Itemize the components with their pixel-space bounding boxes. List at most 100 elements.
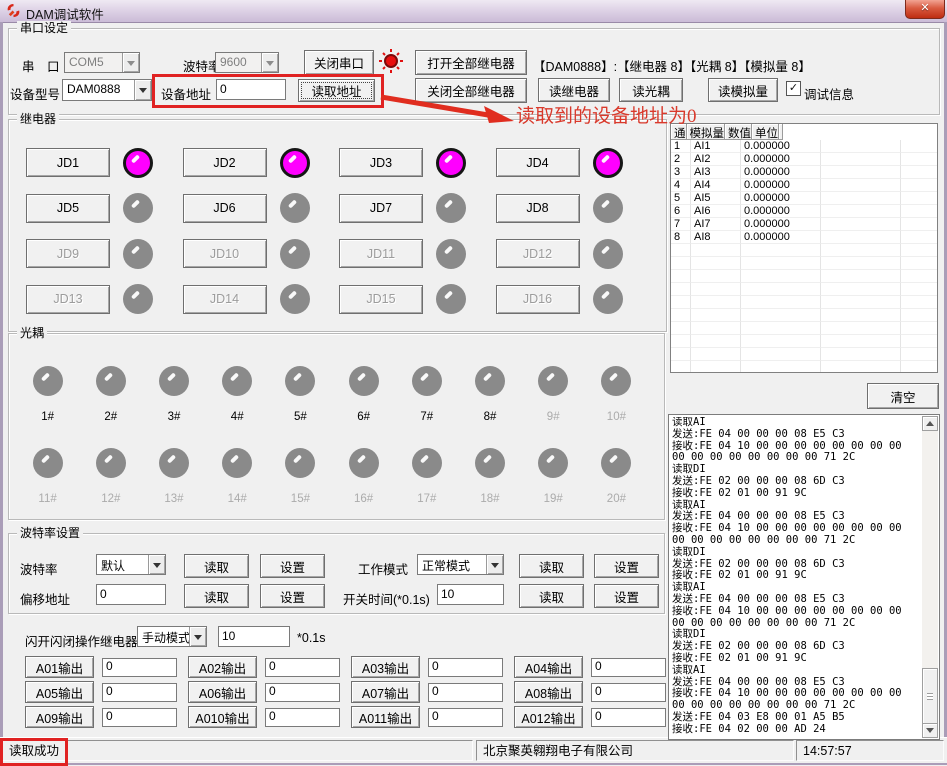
- port-combo[interactable]: COM5: [64, 52, 140, 73]
- switch-time-input[interactable]: 10: [437, 584, 504, 605]
- table-row[interactable]: [671, 257, 937, 270]
- table-row[interactable]: 7 AI7 0.000000: [671, 218, 937, 231]
- output-button[interactable]: A011输出: [351, 706, 420, 728]
- output-input[interactable]: 0: [428, 683, 503, 702]
- table-row[interactable]: 3 AI3 0.000000: [671, 166, 937, 179]
- relay-button[interactable]: JD11: [339, 239, 423, 268]
- table-header-cell[interactable]: [779, 124, 783, 140]
- mode-read-button[interactable]: 读取: [519, 554, 584, 578]
- scroll-thumb[interactable]: [922, 668, 938, 724]
- table-row[interactable]: 4 AI4 0.000000: [671, 179, 937, 192]
- opto-label: 6#: [357, 411, 370, 423]
- open-all-relays-button[interactable]: 打开全部继电器: [415, 50, 527, 75]
- flash-mode-combo-arrow-icon[interactable]: [189, 627, 206, 646]
- work-mode-combo[interactable]: 正常模式: [417, 554, 504, 575]
- debug-checkbox[interactable]: ✓: [786, 81, 801, 96]
- baud-read-button[interactable]: 读取: [184, 554, 249, 578]
- flash-time-input[interactable]: 10: [218, 626, 290, 647]
- flash-mode-combo[interactable]: 手动模式: [137, 626, 207, 647]
- read-analog-button[interactable]: 读模拟量: [708, 78, 778, 102]
- output-button[interactable]: A04输出: [514, 656, 583, 678]
- relay-button[interactable]: JD4: [496, 148, 580, 177]
- table-row[interactable]: 8 AI8 0.000000: [671, 231, 937, 244]
- table-row[interactable]: 6 AI6 0.000000: [671, 205, 937, 218]
- baud-cfg-combo[interactable]: 默认: [96, 554, 166, 575]
- relay-button[interactable]: JD9: [26, 239, 110, 268]
- table-row[interactable]: [671, 348, 937, 361]
- output-button[interactable]: A05输出: [25, 681, 94, 703]
- relay-button[interactable]: JD10: [183, 239, 267, 268]
- table-row[interactable]: [671, 270, 937, 283]
- log-panel[interactable]: 读取AI发送:FE 04 00 00 00 08 E5 C3接收:FE 04 1…: [668, 414, 940, 740]
- relay-button[interactable]: JD1: [26, 148, 110, 177]
- output-input[interactable]: 0: [591, 683, 666, 702]
- close-button[interactable]: ✕: [905, 0, 945, 19]
- model-combo[interactable]: DAM0888: [62, 79, 152, 101]
- output-button[interactable]: A012输出: [514, 706, 583, 728]
- cell-value: [741, 257, 821, 270]
- output-input[interactable]: 0: [428, 708, 503, 727]
- output-button[interactable]: A09输出: [25, 706, 94, 728]
- output-input[interactable]: 0: [102, 658, 177, 677]
- table-header-cell[interactable]: 单位: [752, 124, 779, 140]
- close-serial-button[interactable]: 关闭串口: [304, 50, 374, 75]
- relay-button[interactable]: JD7: [339, 194, 423, 223]
- baud-set-button[interactable]: 设置: [260, 554, 325, 578]
- offset-input[interactable]: 0: [96, 584, 166, 605]
- relay-button[interactable]: JD6: [183, 194, 267, 223]
- relay-button[interactable]: JD5: [26, 194, 110, 223]
- clear-log-button[interactable]: 清空: [867, 383, 939, 409]
- baud-combo[interactable]: 9600: [215, 52, 279, 73]
- table-row[interactable]: [671, 244, 937, 257]
- read-opto-button[interactable]: 读光耦: [619, 78, 683, 102]
- relay-button[interactable]: JD3: [339, 148, 423, 177]
- output-button[interactable]: A07输出: [351, 681, 420, 703]
- table-row[interactable]: [671, 296, 937, 309]
- output-input[interactable]: 0: [265, 658, 340, 677]
- table-row[interactable]: 1 AI1 0.000000: [671, 140, 937, 153]
- output-input[interactable]: 0: [102, 708, 177, 727]
- relay-button[interactable]: JD14: [183, 285, 267, 314]
- table-row[interactable]: 2 AI2 0.000000: [671, 153, 937, 166]
- output-button[interactable]: A06输出: [188, 681, 257, 703]
- switch-set-button[interactable]: 设置: [594, 584, 659, 608]
- output-input[interactable]: 0: [102, 683, 177, 702]
- output-button[interactable]: A02输出: [188, 656, 257, 678]
- table-row[interactable]: [671, 322, 937, 335]
- table-header-cell[interactable]: 数值: [725, 124, 752, 140]
- table-row[interactable]: 5 AI5 0.000000: [671, 192, 937, 205]
- mode-set-button[interactable]: 设置: [594, 554, 659, 578]
- relay-button[interactable]: JD15: [339, 285, 423, 314]
- scroll-down-button[interactable]: [922, 723, 938, 738]
- output-input[interactable]: 0: [265, 708, 340, 727]
- read-relay-button[interactable]: 读继电器: [538, 78, 610, 102]
- output-input[interactable]: 0: [591, 708, 666, 727]
- offset-set-button[interactable]: 设置: [260, 584, 325, 608]
- output-button[interactable]: A08输出: [514, 681, 583, 703]
- switch-read-button[interactable]: 读取: [519, 584, 584, 608]
- port-combo-arrow-icon[interactable]: [122, 53, 139, 72]
- baud-combo-arrow-icon[interactable]: [261, 53, 278, 72]
- output-input[interactable]: 0: [591, 658, 666, 677]
- output-input[interactable]: 0: [428, 658, 503, 677]
- output-input[interactable]: 0: [265, 683, 340, 702]
- model-combo-arrow-icon[interactable]: [134, 80, 151, 100]
- log-scrollbar[interactable]: [922, 416, 938, 738]
- table-row[interactable]: [671, 283, 937, 296]
- relay-button[interactable]: JD13: [26, 285, 110, 314]
- relay-button[interactable]: JD12: [496, 239, 580, 268]
- baud-cfg-combo-arrow-icon[interactable]: [148, 555, 165, 574]
- relay-button[interactable]: JD16: [496, 285, 580, 314]
- work-mode-combo-arrow-icon[interactable]: [486, 555, 503, 574]
- output-button[interactable]: A03输出: [351, 656, 420, 678]
- table-row[interactable]: [671, 361, 937, 373]
- relay-button[interactable]: JD2: [183, 148, 267, 177]
- output-button[interactable]: A01输出: [25, 656, 94, 678]
- scroll-up-button[interactable]: [922, 416, 938, 431]
- serial-open-indicator: [378, 48, 404, 74]
- output-button[interactable]: A010输出: [188, 706, 257, 728]
- relay-button[interactable]: JD8: [496, 194, 580, 223]
- table-row[interactable]: [671, 335, 937, 348]
- offset-read-button[interactable]: 读取: [184, 584, 249, 608]
- table-row[interactable]: [671, 309, 937, 322]
